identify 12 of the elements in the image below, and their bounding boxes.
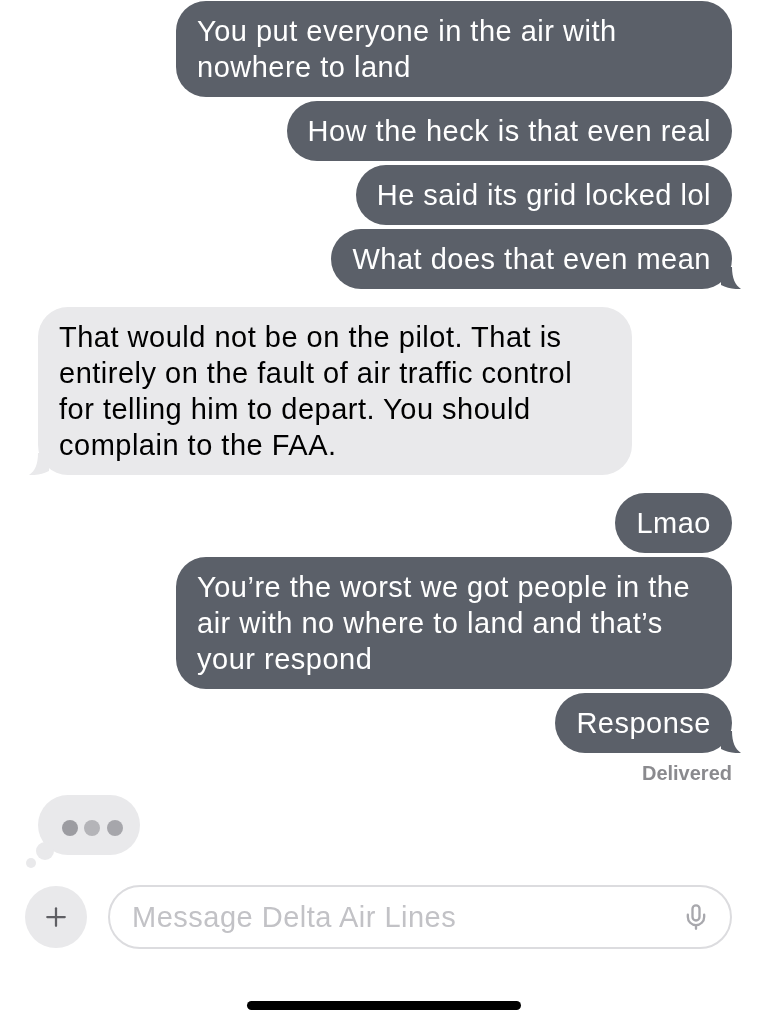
bubble-tail-icon [721, 731, 741, 753]
message-bubble: You put everyone in the air with nowhere to land [176, 1, 732, 97]
message-bubble: Response [555, 693, 732, 753]
message-bubble: You’re the worst we got people in the air with no where to land and that’s your respond [176, 557, 732, 689]
message-bubble: How the heck is that even real [286, 101, 732, 161]
message-bubble: That would not be on the pilot. That is entirely on the fault of air traffic control for telling him to depart. You should complain to the FAA. [38, 307, 632, 475]
delivery-status: Delivered [641, 762, 732, 784]
message-bubble: What does that even mean [331, 229, 732, 289]
message-field[interactable]: Message Delta Air Lines [108, 885, 732, 949]
bubble-tail-icon [721, 267, 741, 289]
message-bubble: Lmao [615, 493, 732, 553]
message-bubble: He said its grid locked lol [355, 165, 732, 225]
